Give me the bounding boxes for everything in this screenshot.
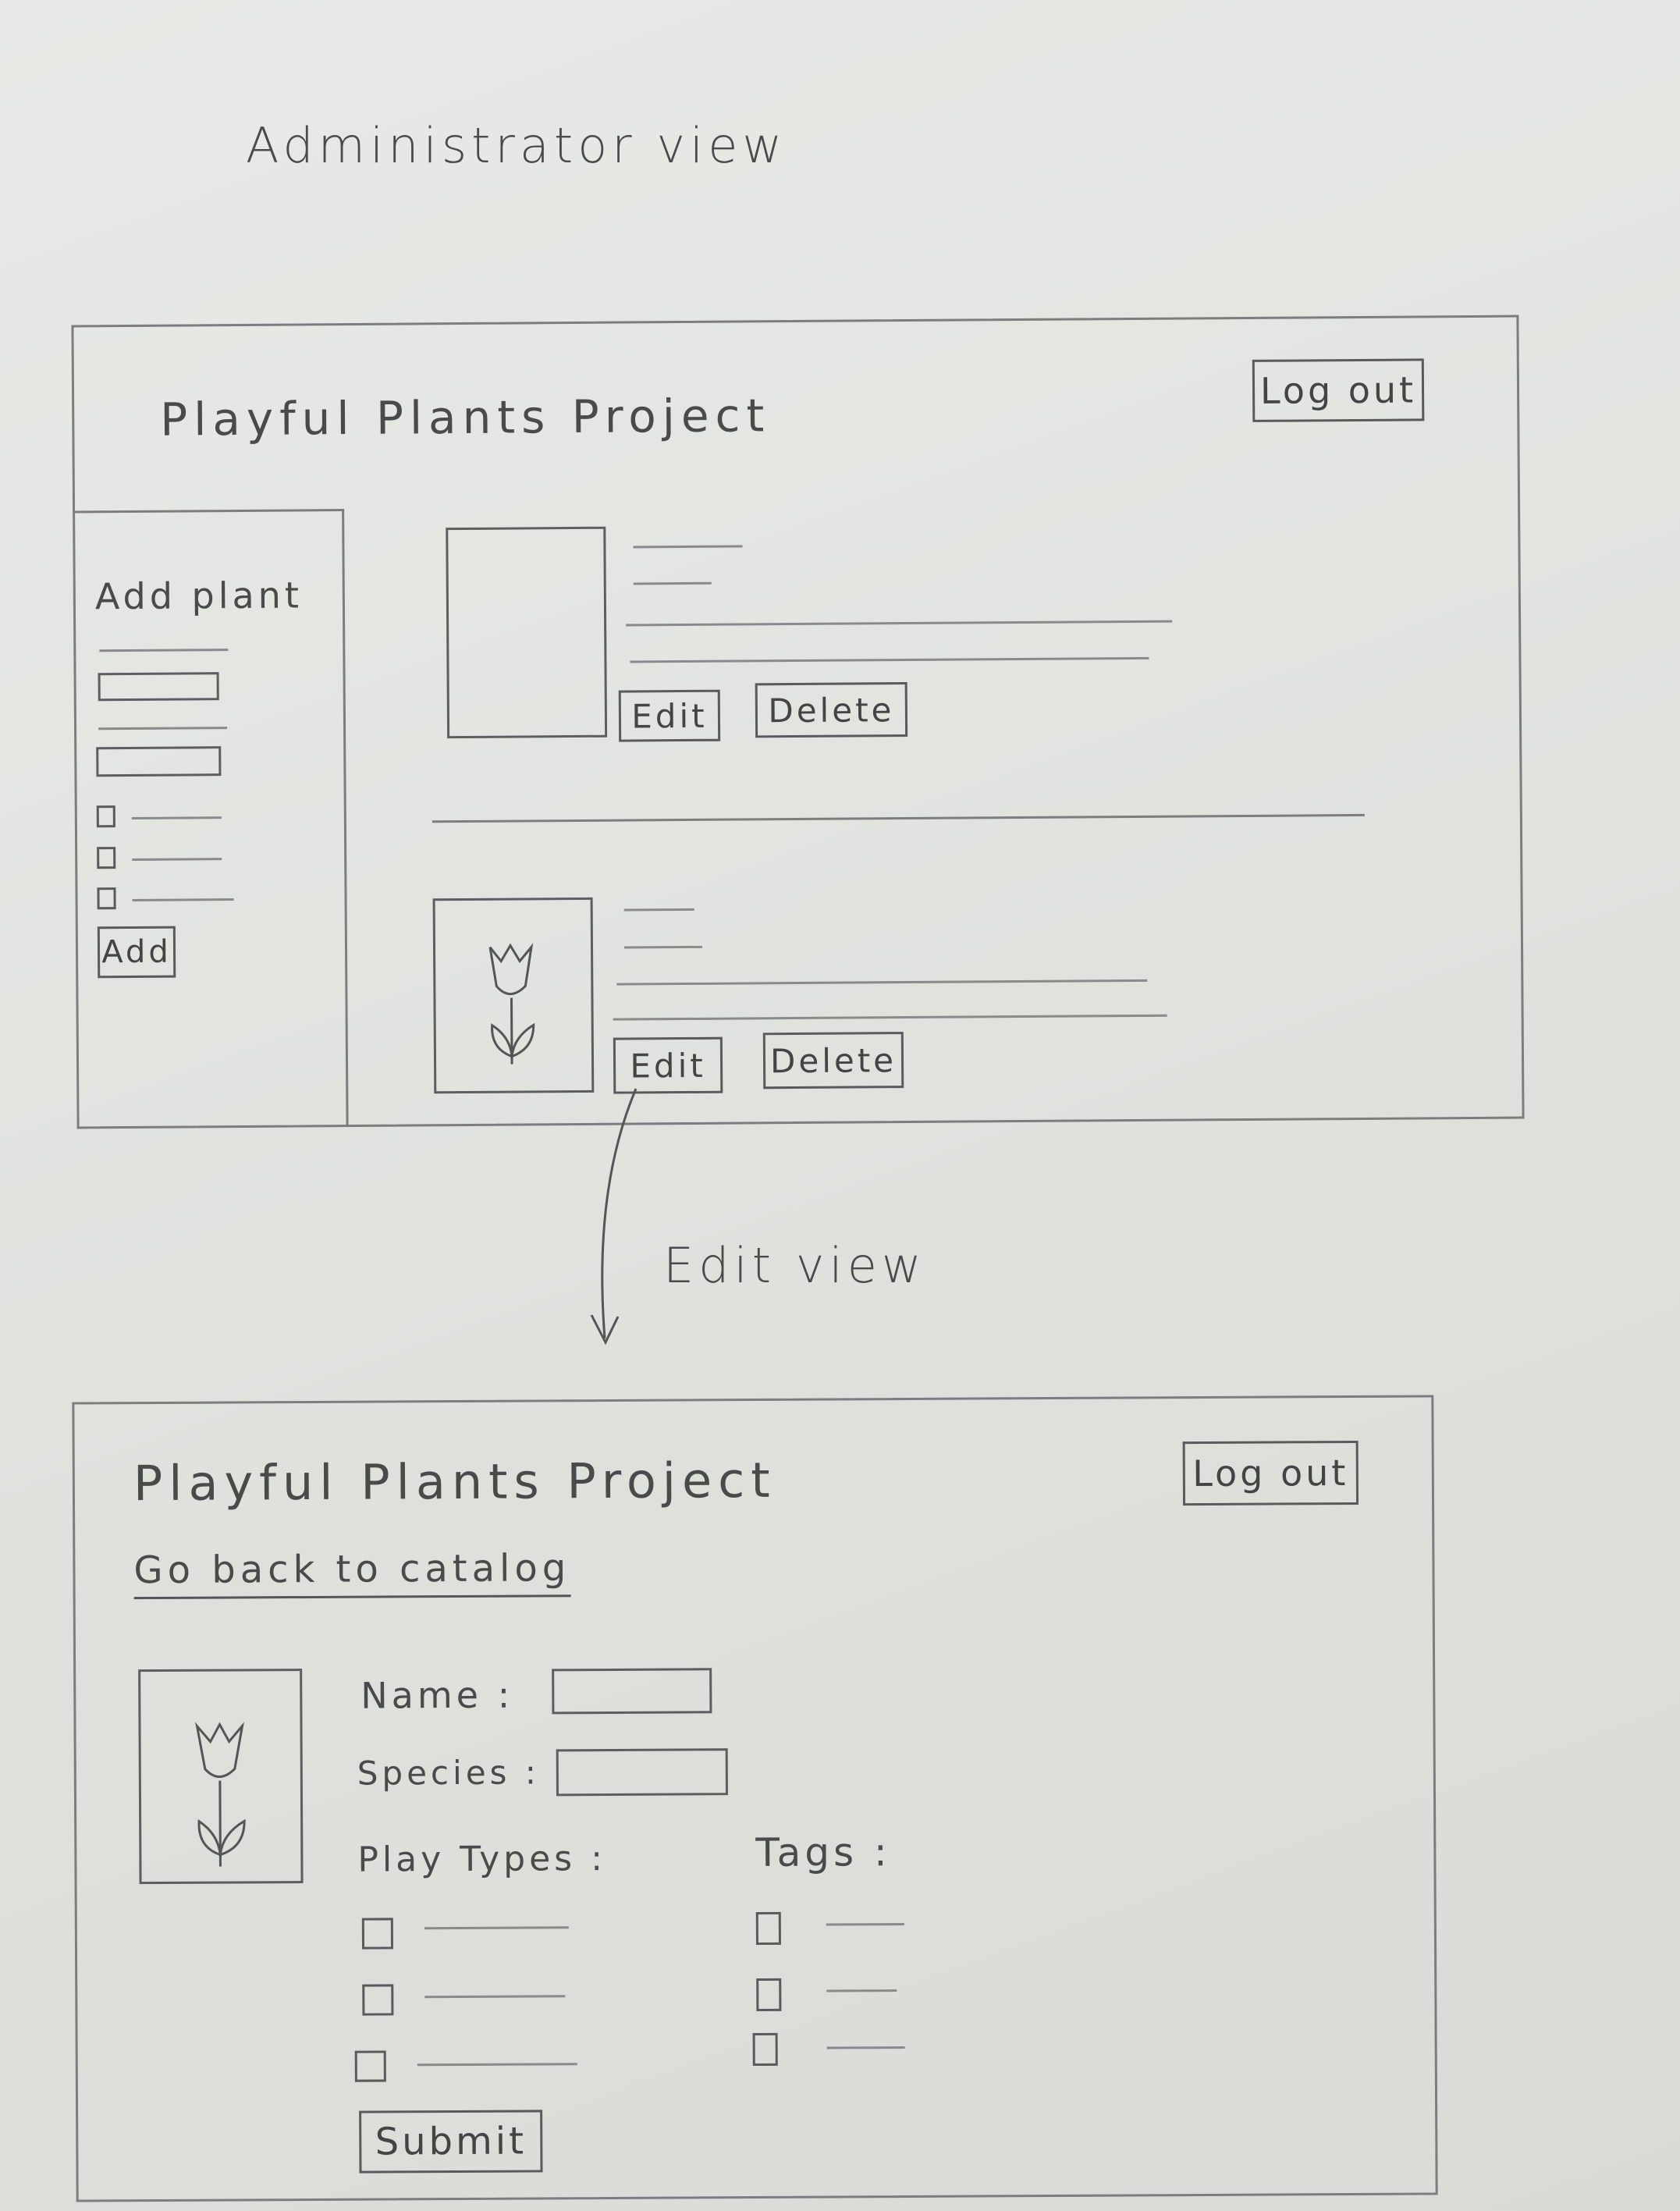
name-input[interactable] bbox=[552, 1668, 712, 1715]
plant-text-placeholder bbox=[616, 979, 1148, 986]
species-input[interactable] bbox=[556, 1748, 728, 1797]
checkbox-label-placeholder bbox=[131, 816, 222, 819]
edit-window: Playful Plants Project Log out Go back t… bbox=[72, 1395, 1438, 2202]
field-label-placeholder bbox=[98, 727, 228, 730]
play-type-checkbox[interactable] bbox=[354, 2050, 386, 2082]
plant-delete-button[interactable]: Delete bbox=[755, 682, 908, 738]
play-type-checkbox[interactable] bbox=[361, 1918, 394, 1950]
field-label-placeholder bbox=[99, 649, 229, 652]
add-plant-checkbox[interactable] bbox=[97, 847, 116, 869]
submit-button[interactable]: Submit bbox=[359, 2110, 543, 2174]
tags-label: Tags : bbox=[755, 1829, 891, 1875]
plant-list-divider bbox=[432, 813, 1365, 823]
plant-text-placeholder bbox=[626, 620, 1173, 627]
edit-view-heading: Edit view bbox=[663, 1237, 926, 1294]
checkbox-label-placeholder bbox=[826, 1989, 897, 1992]
plant-image bbox=[432, 897, 595, 1094]
play-types-label: Play Types : bbox=[357, 1838, 607, 1880]
tag-checkbox[interactable] bbox=[756, 1978, 782, 2011]
name-label: Name : bbox=[361, 1673, 514, 1717]
plant-text-placeholder bbox=[630, 656, 1149, 663]
checkbox-label-placeholder bbox=[132, 858, 222, 861]
tulip-icon bbox=[195, 1722, 246, 1867]
checkbox-label-placeholder bbox=[132, 898, 234, 901]
checkbox-label-placeholder bbox=[417, 2063, 577, 2067]
flow-arrow-icon bbox=[590, 1088, 638, 1345]
checkbox-label-placeholder bbox=[424, 1995, 566, 1999]
sidebar-title: Add plant bbox=[94, 574, 304, 618]
plant-text-placeholder bbox=[633, 545, 743, 549]
add-plant-checkbox[interactable] bbox=[96, 805, 115, 828]
tag-checkbox[interactable] bbox=[755, 1911, 781, 1945]
plant-edit-button[interactable]: Edit bbox=[618, 689, 721, 742]
edit-brand-title: Playful Plants Project bbox=[133, 1451, 776, 1513]
plant-text-placeholder bbox=[613, 1014, 1167, 1021]
add-plant-name-input[interactable] bbox=[98, 672, 219, 702]
edit-logout-button[interactable]: Log out bbox=[1182, 1440, 1359, 1506]
admin-view-heading: Administrator view bbox=[246, 117, 787, 174]
admin-window: Playful Plants Project Log out Add plant… bbox=[71, 315, 1525, 1129]
plant-image-placeholder bbox=[446, 526, 608, 739]
add-plant-button[interactable]: Add bbox=[97, 926, 176, 979]
play-type-checkbox[interactable] bbox=[362, 1984, 394, 2016]
edit-plant-image bbox=[138, 1669, 304, 1885]
plant-text-placeholder bbox=[633, 581, 712, 585]
add-plant-sidebar: Add plant Add bbox=[75, 509, 349, 1128]
plant-text-placeholder bbox=[624, 945, 703, 949]
species-label: Species : bbox=[357, 1753, 541, 1793]
admin-logout-button[interactable]: Log out bbox=[1252, 358, 1425, 422]
plant-delete-button[interactable]: Delete bbox=[762, 1032, 904, 1090]
paper-sheet: Administrator view Playful Plants Projec… bbox=[0, 0, 1680, 2211]
tulip-icon bbox=[488, 943, 535, 1065]
checkbox-label-placeholder bbox=[424, 1926, 569, 1930]
checkbox-label-placeholder bbox=[826, 1923, 904, 1926]
add-plant-species-input[interactable] bbox=[96, 746, 222, 777]
admin-brand-title: Playful Plants Project bbox=[160, 389, 771, 446]
add-plant-checkbox[interactable] bbox=[97, 887, 116, 910]
checkbox-label-placeholder bbox=[826, 2046, 905, 2049]
back-to-catalog-link[interactable]: Go back to catalog bbox=[133, 1546, 571, 1600]
tag-checkbox[interactable] bbox=[752, 2032, 778, 2067]
plant-text-placeholder bbox=[623, 908, 694, 912]
